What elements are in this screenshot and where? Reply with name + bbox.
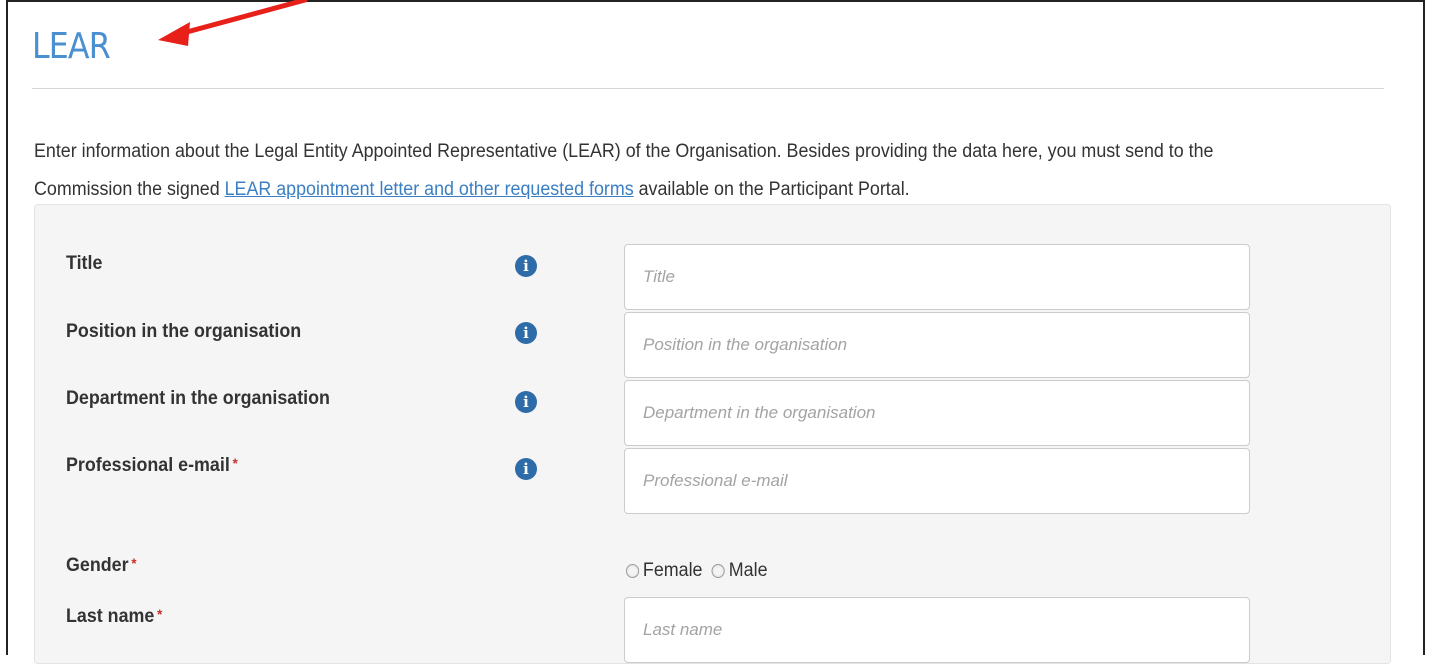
info-icon[interactable]: i bbox=[515, 391, 537, 413]
last-name-label-text: Last name bbox=[66, 606, 155, 627]
email-label-text: Professional e-mail bbox=[66, 455, 230, 476]
required-marker: * bbox=[157, 606, 163, 622]
position-input[interactable] bbox=[624, 312, 1250, 378]
intro-text-after: available on the Participant Portal. bbox=[633, 179, 910, 200]
last-name-label: Last name * bbox=[66, 606, 162, 628]
email-label: Professional e-mail * bbox=[66, 455, 238, 477]
lear-forms-link[interactable]: LEAR appointment letter and other reques… bbox=[225, 179, 634, 200]
position-label: Position in the organisation bbox=[66, 321, 301, 343]
gender-radio-group: Female Male bbox=[626, 560, 773, 582]
title-divider bbox=[32, 88, 1384, 89]
gender-label-text: Gender bbox=[66, 555, 129, 576]
department-input[interactable] bbox=[624, 380, 1250, 446]
email-input[interactable] bbox=[624, 448, 1250, 514]
red-arrow-icon bbox=[158, 0, 308, 46]
male-radio-label[interactable]: Male bbox=[729, 560, 768, 582]
title-input[interactable] bbox=[624, 244, 1250, 310]
department-label: Department in the organisation bbox=[66, 388, 330, 410]
intro-text: Enter information about the Legal Entity… bbox=[34, 133, 1312, 209]
male-radio[interactable] bbox=[711, 564, 726, 578]
info-icon[interactable]: i bbox=[515, 322, 537, 344]
required-marker: * bbox=[131, 555, 137, 571]
required-marker: * bbox=[232, 455, 238, 471]
position-label-text: Position in the organisation bbox=[66, 321, 302, 342]
female-radio-label[interactable]: Female bbox=[643, 560, 703, 582]
page-title: LEAR bbox=[32, 26, 111, 67]
title-label: Title bbox=[66, 253, 102, 275]
info-icon[interactable]: i bbox=[515, 458, 537, 480]
info-icon[interactable]: i bbox=[515, 255, 537, 277]
department-label-text: Department in the organisation bbox=[66, 388, 330, 409]
last-name-input[interactable] bbox=[624, 597, 1250, 663]
title-label-text: Title bbox=[66, 253, 103, 274]
female-radio[interactable] bbox=[626, 564, 640, 578]
gender-label: Gender * bbox=[66, 555, 136, 577]
